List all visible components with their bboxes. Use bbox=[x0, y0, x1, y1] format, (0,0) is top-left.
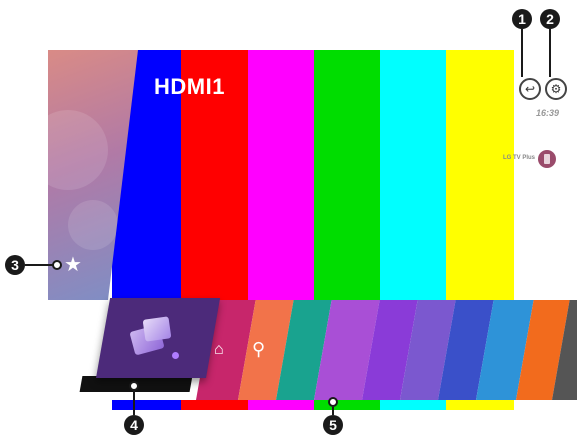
callout-2-line bbox=[549, 29, 551, 77]
callout-3: 3 bbox=[5, 255, 25, 275]
callout-5-dot bbox=[328, 397, 338, 407]
photo-video-icon-back bbox=[142, 316, 172, 342]
callout-1-line bbox=[521, 29, 523, 77]
notification-dot bbox=[172, 352, 179, 359]
cast-label: LG TV Plus bbox=[503, 155, 536, 161]
callout-3-dot bbox=[52, 260, 62, 270]
callout-5: 5 bbox=[323, 415, 343, 435]
gear-icon[interactable]: ⚙ bbox=[545, 78, 567, 100]
launcher-bar: ⌂ ⚲ bbox=[48, 298, 577, 410]
callout-1: 1 bbox=[512, 9, 532, 29]
tv-screen: ★ HDMI1 ↩ ⚙ 16:39 LG TV Plus ⌂ ⚲ bbox=[48, 50, 577, 410]
callout-4-line bbox=[133, 391, 135, 415]
callout-2: 2 bbox=[540, 9, 560, 29]
input-icon[interactable]: ↩ bbox=[519, 78, 541, 100]
callout-3-line bbox=[25, 264, 55, 266]
input-source-label: HDMI1 bbox=[154, 74, 225, 99]
callout-4-dot bbox=[129, 381, 139, 391]
search-icon: ⚲ bbox=[252, 339, 266, 359]
lg-content-store-icon: ⌂ bbox=[214, 341, 224, 358]
phone-icon[interactable] bbox=[538, 150, 556, 168]
star-icon[interactable]: ★ bbox=[62, 254, 84, 276]
clock: 16:39 bbox=[536, 108, 560, 118]
callout-4: 4 bbox=[124, 415, 144, 435]
callout-5-line bbox=[332, 407, 334, 415]
